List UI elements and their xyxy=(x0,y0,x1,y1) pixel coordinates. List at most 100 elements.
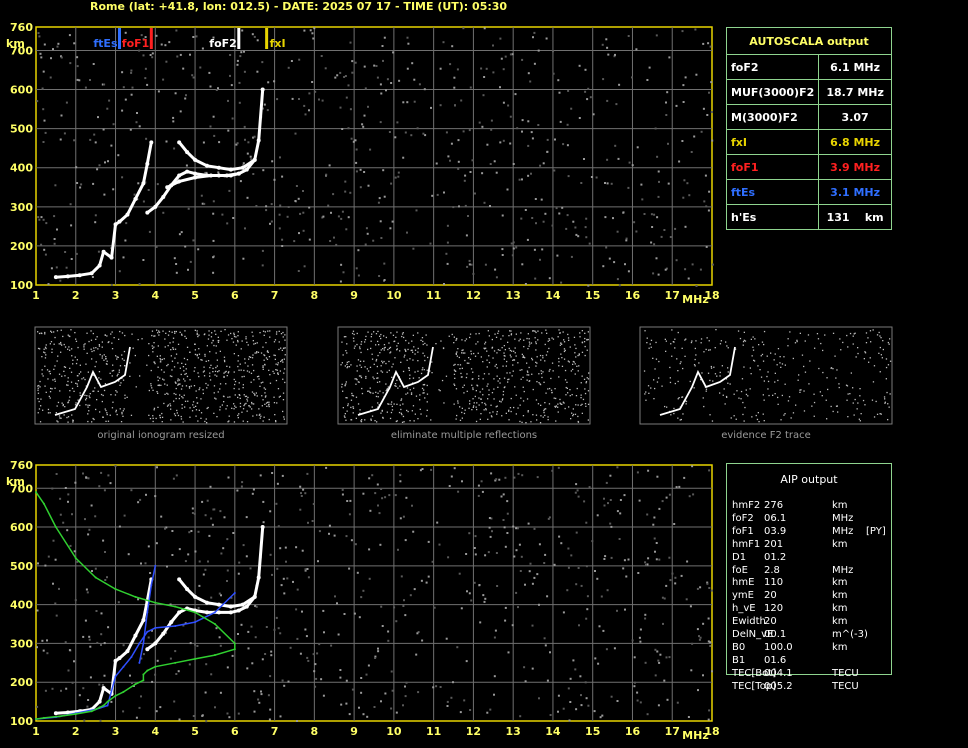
thumbnail-dot xyxy=(569,395,571,397)
thumbnail-dot xyxy=(53,368,55,370)
thumbnail-dot xyxy=(544,402,546,404)
thumbnail-dot xyxy=(575,356,577,358)
thumbnail-dot xyxy=(725,395,728,398)
thumbnail-dot xyxy=(214,330,216,332)
noise-dot xyxy=(295,546,298,549)
thumbnail-dot xyxy=(263,359,265,361)
thumbnail-dot xyxy=(572,368,574,371)
noise-dot xyxy=(237,572,240,575)
noise-dot xyxy=(406,36,409,39)
x-tick-label: 10 xyxy=(386,289,402,302)
thumbnail-dot xyxy=(93,418,95,421)
noise-dot xyxy=(605,481,608,484)
thumbnail-dot xyxy=(426,344,428,346)
trace-point xyxy=(240,165,245,170)
thumbnail-dot xyxy=(763,343,765,346)
thumbnail-dot xyxy=(161,421,163,423)
noise-dot xyxy=(253,135,256,138)
thumbnail-dot xyxy=(859,420,861,422)
thumbnail-dot xyxy=(355,417,357,419)
thumbnail-dot xyxy=(352,412,354,414)
noise-dot xyxy=(653,243,656,246)
thumbnail-dot xyxy=(703,351,705,353)
thumbnail-dot xyxy=(495,406,497,408)
noise-dot xyxy=(82,472,84,475)
noise-dot xyxy=(502,101,505,104)
thumbnail-dot xyxy=(580,394,582,396)
noise-dot xyxy=(173,257,176,260)
noise-dot xyxy=(212,212,215,215)
noise-dot xyxy=(627,270,630,273)
noise-dot xyxy=(418,83,421,86)
thumbnail-dot xyxy=(237,335,239,337)
thumbnail-dot xyxy=(255,392,257,394)
thumbnail-dot xyxy=(360,420,362,422)
thumbnail-dot xyxy=(192,401,195,403)
thumbnail-dot xyxy=(873,365,876,367)
noise-dot xyxy=(546,138,549,141)
noise-dot xyxy=(616,230,619,233)
noise-dot xyxy=(305,635,308,638)
thumbnail-dot xyxy=(784,413,786,415)
thumbnail-dot xyxy=(506,372,508,374)
thumbnail-dot xyxy=(59,417,61,419)
noise-dot xyxy=(657,704,660,707)
noise-dot xyxy=(490,128,493,131)
thumbnail-dot xyxy=(763,380,765,382)
noise-dot xyxy=(664,268,667,271)
thumbnail-dot xyxy=(380,333,382,336)
thumbnail-dot xyxy=(226,405,228,407)
thumbnail-dot xyxy=(253,369,255,372)
noise-dot xyxy=(616,278,619,281)
thumbnail-dot xyxy=(91,350,93,353)
thumbnail-dot xyxy=(173,413,176,415)
noise-dot xyxy=(540,198,543,201)
thumbnail-dot xyxy=(79,404,81,407)
noise-dot xyxy=(484,263,487,266)
thumbnail-dot xyxy=(738,397,740,399)
thumbnail-dot xyxy=(658,377,660,379)
noise-dot xyxy=(262,500,265,503)
thumbnail-dot xyxy=(522,415,525,417)
thumbnail-dot xyxy=(539,383,541,385)
noise-dot xyxy=(527,174,530,177)
noise-dot xyxy=(707,42,710,45)
noise-dot xyxy=(384,496,387,499)
noise-dot xyxy=(567,687,570,690)
thumbnail-dot xyxy=(646,337,648,339)
thumbnail-dot xyxy=(390,332,392,334)
noise-dot xyxy=(578,624,580,627)
thumbnail-dot xyxy=(542,357,544,359)
thumbnail-dot xyxy=(650,346,652,348)
noise-dot xyxy=(53,242,56,245)
thumbnail-dot xyxy=(644,393,646,395)
noise-dot xyxy=(381,625,384,627)
noise-dot xyxy=(554,138,556,141)
thumbnail-dot xyxy=(409,374,411,376)
noise-dot xyxy=(241,29,244,32)
noise-dot xyxy=(489,535,492,538)
noise-dot xyxy=(385,89,387,92)
noise-dot xyxy=(353,612,356,615)
thumbnail-dot xyxy=(536,381,538,383)
noise-dot xyxy=(369,509,372,512)
thumbnail-dot xyxy=(262,330,265,332)
noise-dot xyxy=(580,694,582,697)
thumbnail-dot xyxy=(701,372,703,374)
noise-dot xyxy=(393,606,396,609)
thumbnail-dot xyxy=(674,338,676,340)
thumbnail-dot xyxy=(43,351,45,353)
noise-dot xyxy=(655,257,658,260)
thumbnail-dot xyxy=(792,412,795,414)
thumbnail-dot xyxy=(529,343,531,345)
noise-dot xyxy=(669,236,672,238)
noise-dot xyxy=(67,669,70,672)
noise-dot xyxy=(312,503,315,505)
noise-dot xyxy=(463,699,466,702)
noise-dot xyxy=(350,137,353,140)
thumbnail-dot xyxy=(230,332,232,335)
noise-dot xyxy=(570,107,573,110)
thumbnail-dot xyxy=(195,409,198,411)
noise-dot xyxy=(275,616,278,619)
thumbnail-dot xyxy=(382,348,384,350)
